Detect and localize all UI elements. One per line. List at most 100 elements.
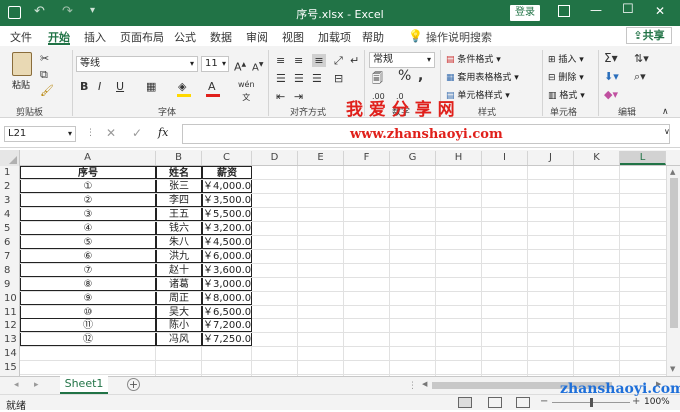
row-header-12[interactable]: 12 [0,319,20,332]
row-header-4[interactable]: 4 [0,208,20,221]
row-header-10[interactable]: 10 [0,292,20,305]
zoom-out-icon[interactable]: − [540,396,548,407]
table-cell[interactable]: ⑥ [20,249,156,263]
column-header-L[interactable]: L [620,151,666,165]
row-header-9[interactable]: 9 [0,278,20,291]
format-as-table-button[interactable]: ▦ 套用表格格式 ▾ [446,70,519,83]
row-header-5[interactable]: 5 [0,222,20,235]
cell-styles-button[interactable]: ▤ 单元格样式 ▾ [446,88,510,101]
sheet-tab-sheet1[interactable]: Sheet1 [60,376,108,394]
percent-icon[interactable]: % [398,69,411,83]
table-cell[interactable]: 诸葛 [156,277,202,291]
share-button[interactable]: ⇪共享 [626,27,672,44]
row-header-3[interactable]: 3 [0,194,20,207]
table-header-cell[interactable]: 姓名 [156,166,202,179]
autosum-icon[interactable]: Σ▾ [604,52,618,65]
zoom-level[interactable]: 100% [644,397,670,407]
table-cell[interactable]: ⑪ [20,319,156,333]
table-cell[interactable]: ￥7,200.0 [202,319,252,333]
row-header-15[interactable]: 15 [0,361,20,374]
enter-icon[interactable]: ✓ [132,126,142,140]
page-break-view-icon[interactable] [516,397,530,408]
table-cell[interactable]: ⑫ [20,333,156,347]
table-cell[interactable]: ￥5,500.0 [202,207,252,221]
table-cell[interactable]: ￥3,000.0 [202,277,252,291]
orientation-icon[interactable]: ⤢ [334,54,343,67]
row-header-7[interactable]: 7 [0,250,20,263]
table-cell[interactable]: 陈小 [156,319,202,333]
table-cell[interactable]: ￥4,000.0 [202,179,252,193]
row-header-11[interactable]: 11 [0,306,20,319]
column-header-H[interactable]: H [436,151,482,165]
minimize-button[interactable]: — [590,3,602,17]
format-cells-button[interactable]: ▥ 格式 ▾ [548,88,585,101]
column-header-G[interactable]: G [390,151,436,165]
table-cell[interactable]: 钱六 [156,221,202,235]
align-center-icon[interactable]: ☰ [294,72,304,85]
row-header-13[interactable]: 13 [0,333,20,346]
fill-icon[interactable]: ⬇▾ [604,70,619,83]
table-header-cell[interactable]: 薪资 [202,166,252,179]
table-cell[interactable]: 冯风 [156,333,202,347]
align-right-icon[interactable]: ☰ [312,72,322,85]
align-top-icon[interactable]: ≡ [276,54,285,67]
tab-data[interactable]: 数据 [210,29,232,45]
tab-page-layout[interactable]: 页面布局 [120,29,164,45]
row-header-8[interactable]: 8 [0,264,20,277]
align-bottom-icon[interactable]: ≡ [312,54,326,67]
add-sheet-button[interactable]: + [127,378,140,391]
merge-icon[interactable]: ⊟ [334,72,343,85]
table-cell[interactable]: ⑤ [20,235,156,249]
cut-icon[interactable]: ✂ [40,52,49,65]
scroll-up-icon[interactable]: ▲ [670,168,675,176]
login-button[interactable]: 登录 [510,5,540,21]
table-cell[interactable]: ￥6,500.0 [202,305,252,319]
underline-button[interactable]: U [116,80,124,93]
tell-me-search[interactable]: 操作说明搜索 [426,29,492,45]
paste-button[interactable]: 粘贴 [12,78,30,91]
decrease-indent-icon[interactable]: ⇤ [276,90,285,103]
increase-indent-icon[interactable]: ⇥ [294,90,303,103]
wrap-text-icon[interactable]: ↵ [350,54,359,67]
font-color-icon[interactable]: A [208,80,216,93]
scroll-down-icon[interactable]: ▼ [670,365,675,373]
tab-formulas[interactable]: 公式 [174,29,196,45]
table-cell[interactable]: ￥8,000.0 [202,291,252,305]
comma-style-icon[interactable]: , [418,69,423,83]
table-cell[interactable]: ⑦ [20,263,156,277]
column-header-I[interactable]: I [482,151,528,165]
insert-function-icon[interactable]: fx [158,126,168,139]
ribbon-display-icon[interactable] [558,5,570,17]
table-cell[interactable]: ② [20,193,156,207]
table-cell[interactable]: ⑧ [20,277,156,291]
sort-filter-icon[interactable]: ⇅▾ [634,52,649,65]
table-cell[interactable]: ￥4,500.0 [202,235,252,249]
tab-review[interactable]: 审阅 [246,29,268,45]
tab-view[interactable]: 视图 [282,29,304,45]
table-cell[interactable]: ① [20,179,156,193]
table-cell[interactable]: 张三 [156,179,202,193]
zoom-in-icon[interactable]: + [632,396,640,407]
tab-addins[interactable]: 加载项 [318,29,351,45]
table-cell[interactable]: 洪九 [156,249,202,263]
vertical-scrollbar[interactable]: ▲ ▼ [666,166,680,376]
format-painter-icon[interactable]: 🖌 [40,84,54,97]
maximize-button[interactable]: ☐ [622,2,634,17]
phonetic-icon[interactable]: wén 文 [238,78,255,104]
expand-formula-icon[interactable]: ∨ [664,127,670,136]
table-cell[interactable]: ④ [20,221,156,235]
font-size-select[interactable]: 11 ▾ [201,56,229,72]
font-name-select[interactable]: 等线 ▾ [76,56,198,72]
prev-sheet-icon[interactable]: ◂ [14,380,19,390]
table-cell[interactable]: ￥7,250.0 [202,333,252,347]
scrollbar-thumb[interactable] [670,178,678,328]
table-header-cell[interactable]: 序号 [20,166,156,179]
delete-cells-button[interactable]: ⊟ 删除 ▾ [548,70,584,83]
column-header-C[interactable]: C [202,151,252,165]
bold-button[interactable]: B [80,80,88,93]
normal-view-icon[interactable] [458,397,472,408]
scroll-left-icon[interactable]: ◀ [422,380,427,388]
fill-color-icon[interactable]: ◈ [178,80,186,93]
zoom-slider-thumb[interactable] [590,398,593,407]
table-cell[interactable]: 李四 [156,193,202,207]
